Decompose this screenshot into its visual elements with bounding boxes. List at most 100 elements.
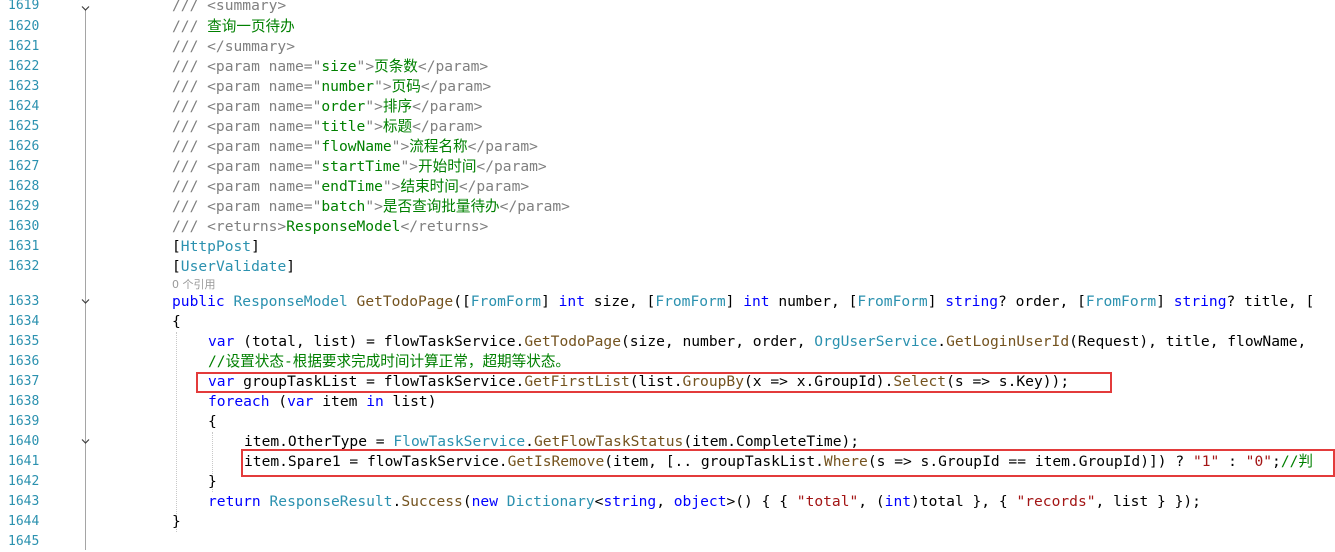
code-line[interactable]: 1624 /// <param name="order">排序</param> bbox=[0, 97, 1335, 117]
code-token: FromForm bbox=[857, 293, 928, 310]
code-token: int bbox=[884, 493, 912, 510]
code-token: </returns> bbox=[400, 218, 489, 235]
code-token: , list } }); bbox=[1095, 493, 1201, 510]
codelens-references[interactable]: 0 个引用 bbox=[172, 276, 216, 292]
code-line[interactable]: 1639 { bbox=[0, 412, 1335, 432]
code-token: /// <param name=" bbox=[172, 158, 322, 175]
code-line[interactable]: 1636 //设置状态-根据要求完成时间计算正常，超期等状态。 bbox=[0, 352, 1335, 372]
code-token: </param> bbox=[476, 158, 547, 175]
code-line[interactable]: 1628 /// <param name="endTime">结束时间</para… bbox=[0, 177, 1335, 197]
code-line[interactable]: 1631 [HttpPost] bbox=[0, 237, 1335, 257]
code-token: GetTodoPage bbox=[524, 333, 621, 350]
code-token: foreach bbox=[208, 393, 279, 410]
line-number: 1627 bbox=[8, 159, 40, 174]
code-line[interactable]: 1627 /// <param name="startTime">开始时间</pa… bbox=[0, 157, 1335, 177]
code-token: ? order, [ bbox=[998, 293, 1086, 310]
code-token: 页码 bbox=[391, 78, 421, 95]
line-number: 1625 bbox=[8, 119, 40, 134]
code-token: string bbox=[1173, 293, 1227, 310]
code-line[interactable]: 1623 /// <param name="number">页码</param> bbox=[0, 77, 1335, 97]
chevron-down-icon[interactable] bbox=[80, 436, 91, 447]
code-line[interactable]: 1620 /// 查询一页待办 bbox=[0, 17, 1335, 37]
code-token: { bbox=[208, 413, 217, 430]
line-number: 1637 bbox=[8, 374, 40, 389]
code-token: </param> bbox=[467, 138, 538, 155]
code-line[interactable]: 1645 bbox=[0, 532, 1335, 552]
code-token: "> bbox=[374, 78, 392, 95]
code-token: endTime bbox=[321, 178, 383, 195]
code-token: string bbox=[603, 493, 657, 510]
code-token: int bbox=[743, 293, 779, 310]
code-token: size, [ bbox=[593, 293, 656, 310]
line-number: 1643 bbox=[8, 494, 40, 509]
code-text: /// <param name="startTime">开始时间</param> bbox=[172, 157, 547, 177]
code-line[interactable]: 1638 foreach (var item in list) bbox=[0, 392, 1335, 412]
code-token: /// <summary> bbox=[172, 0, 287, 14]
line-number: 1634 bbox=[8, 314, 40, 329]
code-token: 查询一页待办 bbox=[207, 18, 295, 35]
code-line[interactable]: 1630 /// <returns>ResponseModel</returns> bbox=[0, 217, 1335, 237]
code-token: ( bbox=[278, 393, 288, 410]
code-token: new bbox=[471, 493, 507, 510]
code-editor[interactable]: 1619 /// <summary> 1620 /// 查询一页待办 1621 /// <… bbox=[0, 0, 1335, 550]
code-token: object bbox=[673, 493, 727, 510]
code-token: /// </summary> bbox=[172, 38, 296, 55]
code-line[interactable]: 1625 /// <param name="title">标题</param> bbox=[0, 117, 1335, 137]
line-number: 1641 bbox=[8, 454, 40, 469]
code-text: } bbox=[208, 472, 217, 492]
line-number: 1621 bbox=[8, 39, 40, 54]
code-line[interactable]: 1626 /// <param name="flowName">流程名称</par… bbox=[0, 137, 1335, 157]
code-token: ] bbox=[1156, 293, 1174, 310]
code-token: ? title, [ bbox=[1226, 293, 1315, 310]
code-text: { bbox=[208, 412, 217, 432]
code-token: ResponseModel bbox=[286, 218, 401, 235]
code-token: FromForm bbox=[655, 293, 726, 310]
code-token: GetFlowTaskStatus bbox=[533, 433, 684, 450]
code-token: FlowTaskService bbox=[393, 433, 526, 450]
code-text: /// <param name="number">页码</param> bbox=[172, 77, 491, 97]
code-token: UserValidate bbox=[180, 258, 287, 275]
code-token: /// <param name=" bbox=[172, 138, 322, 155]
code-line[interactable]: 1632 [UserValidate] bbox=[0, 257, 1335, 277]
code-line[interactable]: 1644} bbox=[0, 512, 1335, 532]
code-token: ([ bbox=[453, 293, 471, 310]
code-token: //设置状态-根据要求完成时间计算正常，超期等状态。 bbox=[208, 353, 571, 370]
code-line[interactable]: 1629 /// <param name="batch">是否查询批量待办</pa… bbox=[0, 197, 1335, 217]
code-text: var (total, list) = flowTaskService.GetT… bbox=[208, 332, 1315, 352]
code-line[interactable]: 1634 { bbox=[0, 312, 1335, 332]
code-token: "records" bbox=[1016, 493, 1096, 510]
code-token: list) bbox=[392, 393, 437, 410]
code-token: GetTodoPage bbox=[356, 293, 454, 310]
code-token: </param> bbox=[458, 178, 530, 195]
code-line[interactable]: 1635 var (total, list) = flowTaskService.… bbox=[0, 332, 1335, 352]
chevron-down-icon[interactable] bbox=[80, 3, 91, 14]
code-token: public bbox=[172, 293, 234, 310]
code-line[interactable]: 1643 return ResponseResult.Success(new Di… bbox=[0, 492, 1335, 512]
chevron-down-icon[interactable] bbox=[80, 296, 91, 307]
code-token: (total, list) = flowTaskService. bbox=[243, 333, 525, 350]
highlight-box bbox=[196, 372, 1112, 393]
code-token: Dictionary bbox=[506, 493, 595, 510]
code-token: </param> bbox=[499, 198, 570, 215]
line-number: 1644 bbox=[8, 514, 40, 529]
code-text: public ResponseModel GetTodoPage([FromFo… bbox=[172, 292, 1314, 312]
code-text: /// <param name="batch">是否查询批量待办</param> bbox=[172, 197, 570, 217]
code-token: 结束时间 bbox=[400, 178, 459, 195]
code-line[interactable]: 1621 /// </summary> bbox=[0, 37, 1335, 57]
line-number: 1633 bbox=[8, 294, 40, 309]
code-token: </param> bbox=[420, 78, 492, 95]
line-number: 1630 bbox=[8, 219, 40, 234]
code-token: , bbox=[656, 493, 674, 510]
code-text: [UserValidate] bbox=[172, 257, 295, 277]
code-token: ] bbox=[725, 293, 744, 310]
code-token: /// <param name=" bbox=[172, 78, 322, 95]
code-token: /// <returns> bbox=[172, 218, 287, 235]
code-line[interactable]: 1622 /// <param name="size">页条数</param> bbox=[0, 57, 1335, 77]
code-token: "> bbox=[400, 158, 419, 175]
code-line[interactable]: 1633 public ResponseModel GetTodoPage([Fr… bbox=[0, 292, 1335, 312]
code-token: in bbox=[366, 393, 393, 410]
highlight-box bbox=[241, 449, 1335, 477]
code-token: (Request), title, flowName, bbox=[1069, 333, 1316, 350]
code-token: </param> bbox=[417, 58, 489, 75]
line-number: 1624 bbox=[8, 99, 40, 114]
